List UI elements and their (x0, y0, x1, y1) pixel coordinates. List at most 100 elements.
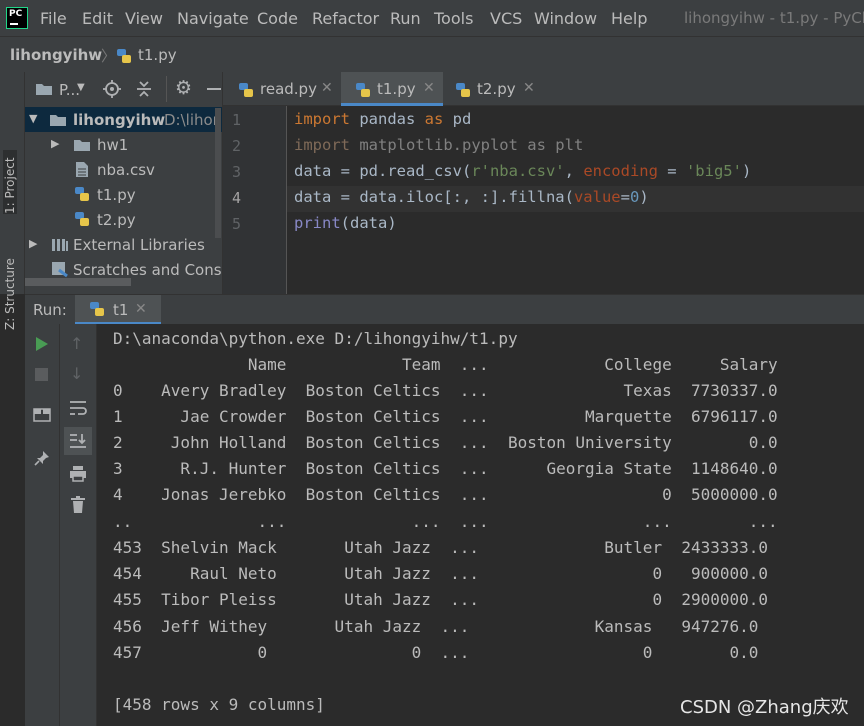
console-line-summary: [458 rows x 9 columns] (113, 695, 325, 714)
run-icon[interactable] (35, 336, 49, 352)
menu-edit[interactable]: Edit (82, 9, 113, 28)
python-file-icon (75, 187, 89, 201)
tree-item-external-libraries[interactable]: ▶ External Libraries (25, 232, 222, 257)
code-line-4: data = data.iloc[:, :].fillna(value=0) (294, 188, 649, 206)
tab-t1-py[interactable]: t1.py ✕ (341, 72, 443, 106)
tree-item-label: t1.py (97, 186, 136, 204)
tree-item-hw1[interactable]: ▶ hw1 (25, 132, 222, 157)
run-toolbar-secondary: ↑ ↓ (60, 324, 97, 726)
line-number: 3 (231, 163, 241, 181)
run-tab-label: t1 (113, 301, 129, 319)
console-line: 2 John Holland Boston Celtics ... Boston… (113, 433, 778, 452)
tree-item-label: nba.csv (97, 161, 155, 179)
code-editor[interactable]: import pandas as pd import matplotlib.py… (287, 106, 864, 294)
python-file-icon (456, 83, 470, 97)
tab-t2-py[interactable]: t2.py ✕ (443, 72, 545, 106)
menu-run[interactable]: Run (390, 9, 421, 28)
vertical-scrollbar[interactable] (215, 108, 221, 238)
console-line: 453 Shelvin Mack Utah Jazz ... Butler 24… (113, 538, 769, 557)
pin-icon[interactable] (34, 450, 50, 466)
soft-wrap-icon[interactable] (69, 400, 87, 416)
menu-window[interactable]: Window (534, 9, 597, 28)
console-line: 455 Tibor Pleiss Utah Jazz ... 0 2900000… (113, 590, 769, 609)
code-line-1: import pandas as pd (294, 110, 472, 128)
breadcrumb-separator: 〉 (101, 47, 117, 65)
run-console[interactable]: D:\anaconda\python.exe D:/lihongyihw/t1.… (97, 324, 864, 726)
target-icon[interactable] (103, 80, 121, 98)
watermark: CSDN @Zhang庆欢 (680, 697, 849, 718)
menu-code[interactable]: Code (257, 9, 298, 28)
chevron-right-icon[interactable]: ▶ (29, 237, 37, 250)
menu-vcs[interactable]: VCS (490, 9, 522, 28)
folder-icon (36, 84, 52, 95)
folder-icon (50, 115, 66, 126)
tab-label: t2.py (477, 80, 516, 98)
minimize-icon[interactable] (207, 88, 221, 90)
close-icon[interactable]: ✕ (321, 80, 333, 96)
tree-item-label: hw1 (97, 136, 129, 154)
editor-tab-bar: read.py ✕ t1.py ✕ t2.py ✕ (223, 72, 864, 106)
down-arrow-icon[interactable]: ↓ (70, 364, 83, 383)
console-line: 3 R.J. Hunter Boston Celtics ... Georgia… (113, 459, 778, 478)
console-line-header: Name Team ... College Salary (113, 355, 778, 374)
menu-navigate[interactable]: Navigate (177, 9, 249, 28)
console-line: 4 Jonas Jerebko Boston Celtics ... 0 500… (113, 485, 778, 504)
close-icon[interactable]: ✕ (523, 80, 535, 96)
tree-item-label: t2.py (97, 211, 136, 229)
layout-icon[interactable] (33, 408, 51, 422)
close-icon[interactable]: ✕ (423, 80, 435, 96)
menu-view[interactable]: View (125, 9, 163, 28)
pycharm-logo-icon: PC (6, 7, 28, 29)
menu-help[interactable]: Help (611, 9, 647, 28)
console-line: 457 0 0 ... 0 0.0 (113, 643, 759, 662)
print-icon[interactable] (69, 465, 87, 482)
console-line: 456 Jeff Withey Utah Jazz ... Kansas 947… (113, 617, 759, 636)
breadcrumb-project[interactable]: lihongyihw (10, 46, 102, 64)
tree-item-label: lihongyihw (73, 111, 166, 129)
collapse-icon[interactable] (135, 80, 153, 98)
line-number: 5 (231, 215, 241, 233)
line-number: 4 (231, 189, 241, 207)
breadcrumb: lihongyihw 〉 t1.py (0, 36, 864, 72)
tool-tab-project[interactable]: 1: Project (3, 150, 17, 214)
tree-item-label: Scratches and Conso (73, 261, 223, 279)
tree-item-root[interactable]: ▼ lihongyihw D:\lihon (25, 107, 222, 132)
trash-icon[interactable] (70, 496, 86, 514)
tab-label: t1.py (377, 80, 416, 98)
tree-item-label: External Libraries (73, 236, 205, 254)
console-line: 1 Jae Crowder Boston Celtics ... Marquet… (113, 407, 778, 426)
python-file-icon (75, 212, 89, 226)
tab-label: read.py (260, 80, 317, 98)
menu-refactor[interactable]: Refactor (312, 9, 379, 28)
scratches-icon (52, 262, 68, 278)
menu-bar: PC File Edit View Navigate Code Refactor… (0, 0, 864, 36)
project-toolbar: P... ▼ ⚙ (25, 72, 222, 106)
python-file-icon (117, 49, 131, 63)
python-file-icon (239, 83, 253, 97)
run-toolbar-primary (25, 324, 60, 726)
up-arrow-icon[interactable]: ↑ (70, 334, 83, 353)
breadcrumb-file[interactable]: t1.py (138, 46, 177, 64)
toolbar-divider (166, 76, 167, 102)
console-line-command: D:\anaconda\python.exe D:/lihongyihw/t1.… (113, 329, 518, 348)
run-tab-t1[interactable]: t1 ✕ (75, 295, 161, 325)
code-line-5: print(data) (294, 214, 397, 232)
close-icon[interactable]: ✕ (135, 301, 147, 317)
tab-read-py[interactable]: read.py ✕ (223, 72, 341, 106)
scroll-to-end-icon (70, 434, 86, 448)
menu-file[interactable]: File (40, 9, 67, 28)
horizontal-scrollbar[interactable] (25, 278, 131, 286)
chevron-down-icon[interactable]: ▼ (29, 112, 37, 125)
scroll-to-end-toggle[interactable] (64, 427, 92, 455)
tree-item-nba-csv[interactable]: nba.csv (25, 157, 222, 182)
console-line: 0 Avery Bradley Boston Celtics ... Texas… (113, 381, 778, 400)
tool-tab-structure[interactable]: Z: Structure (3, 258, 17, 330)
menu-tools[interactable]: Tools (434, 9, 473, 28)
chevron-right-icon[interactable]: ▶ (51, 137, 59, 150)
stop-icon[interactable] (35, 368, 48, 381)
tree-item-t2-py[interactable]: t2.py (25, 207, 222, 232)
tree-item-t1-py[interactable]: t1.py (25, 182, 222, 207)
window-title: lihongyihw - t1.py - PyCh (684, 9, 864, 27)
chevron-down-icon[interactable]: ▼ (77, 82, 85, 93)
gear-icon[interactable]: ⚙ (175, 77, 192, 99)
